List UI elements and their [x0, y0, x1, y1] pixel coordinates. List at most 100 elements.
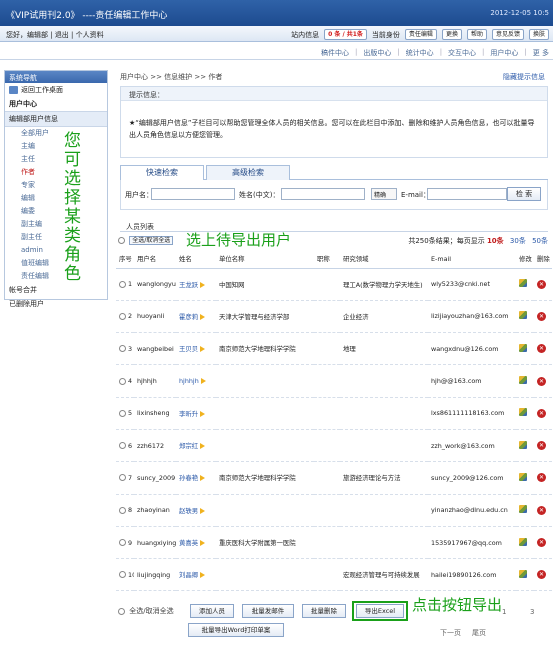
- messages-count[interactable]: 0 条 / 共1条: [324, 29, 367, 40]
- sidebar-role-editor[interactable]: 编辑: [5, 192, 107, 205]
- flag-icon: [200, 475, 206, 482]
- sidebar-role-board[interactable]: 编委: [5, 205, 107, 218]
- select-all-checkbox-top[interactable]: [118, 236, 125, 244]
- edit-icon[interactable]: [519, 537, 527, 546]
- nav-statistics[interactable]: 统计中心: [406, 48, 434, 58]
- add-user-button[interactable]: 添加人员: [190, 604, 234, 618]
- row-name[interactable]: 王贝贝: [179, 345, 198, 353]
- row-name[interactable]: 王龙跃: [179, 281, 198, 289]
- sidebar-role-all[interactable]: 全部用户: [5, 127, 107, 140]
- sidebar-role-admin[interactable]: admin: [5, 244, 107, 257]
- select-all-button-top[interactable]: 全选/取消全选: [129, 236, 174, 245]
- bulk-delete-button[interactable]: 批量删除: [302, 604, 346, 618]
- row-checkbox[interactable]: [119, 539, 126, 547]
- bulk-mail-button[interactable]: 批量发邮件: [242, 604, 294, 618]
- email-input[interactable]: [427, 188, 507, 200]
- switch-skin-button[interactable]: 换肤: [528, 29, 549, 40]
- sidebar-group-editor-users[interactable]: 编辑部用户信息: [5, 111, 107, 127]
- delete-icon[interactable]: ✕: [537, 538, 546, 548]
- sidebar-role-deputy-director[interactable]: 副主任: [5, 231, 107, 244]
- page-1[interactable]: 1: [502, 608, 506, 616]
- sidebar-role-chief-editor[interactable]: 主编: [5, 140, 107, 153]
- delete-icon[interactable]: ✕: [537, 311, 546, 321]
- tab-quick-search[interactable]: 快速检索: [120, 165, 204, 180]
- row-name[interactable]: 郑宗红: [179, 442, 198, 450]
- row-name[interactable]: hjhhjh: [179, 377, 199, 385]
- row-checkbox[interactable]: [119, 377, 126, 385]
- row-name[interactable]: 刘晶卿: [179, 571, 198, 579]
- edit-icon[interactable]: [519, 408, 527, 417]
- row-checkbox[interactable]: [119, 312, 126, 320]
- sidebar-role-author[interactable]: 作者: [5, 166, 107, 179]
- row-name[interactable]: 黄喜英: [179, 539, 198, 547]
- delete-icon[interactable]: ✕: [537, 441, 546, 451]
- delete-icon[interactable]: ✕: [537, 408, 546, 418]
- edit-icon[interactable]: [519, 343, 527, 352]
- row-checkbox[interactable]: [119, 571, 126, 579]
- edit-icon[interactable]: [519, 311, 527, 320]
- row-checkbox[interactable]: [119, 280, 126, 288]
- row-name[interactable]: 孙春艳: [179, 474, 198, 482]
- sidebar-item-user-center[interactable]: 用户中心: [5, 97, 107, 111]
- sidebar-role-expert[interactable]: 专家: [5, 179, 107, 192]
- row-no-cell: 5: [116, 397, 134, 430]
- help-button[interactable]: 帮助: [466, 29, 487, 40]
- profile-link[interactable]: 个人资料: [76, 31, 104, 39]
- last-page-link[interactable]: 尾页: [472, 628, 486, 638]
- col-email: E-mail: [428, 250, 516, 269]
- sidebar-role-responsible-editor[interactable]: 责任编辑: [5, 270, 107, 283]
- logout-link[interactable]: 退出: [55, 31, 69, 39]
- nav-manuscript[interactable]: 稿件中心: [321, 48, 349, 58]
- row-name[interactable]: 赵轶男: [179, 507, 198, 515]
- row-name[interactable]: 霍彦莉: [179, 313, 198, 321]
- match-select[interactable]: 精确: [371, 188, 397, 200]
- nav-interaction[interactable]: 交互中心: [448, 48, 476, 58]
- select-all-label-bottom[interactable]: 全选/取消全选: [129, 607, 173, 615]
- sidebar-item-deleted-users[interactable]: 已删除用户: [5, 297, 107, 311]
- page-size-selected[interactable]: 10条: [487, 237, 504, 245]
- row-checkbox[interactable]: [119, 474, 126, 482]
- edit-icon[interactable]: [519, 569, 527, 578]
- row-checkbox[interactable]: [119, 506, 126, 514]
- hide-tip-link[interactable]: 隐藏提示信息: [503, 72, 545, 82]
- feedback-button[interactable]: 意见反馈: [491, 29, 524, 40]
- edit-icon[interactable]: [519, 279, 527, 288]
- delete-icon[interactable]: ✕: [537, 376, 546, 386]
- sidebar-item-account-merge[interactable]: 帐号合并: [5, 283, 107, 297]
- sidebar-role-duty-editor[interactable]: 值班编辑: [5, 257, 107, 270]
- delete-icon[interactable]: ✕: [537, 344, 546, 354]
- select-all-checkbox-bottom[interactable]: [118, 607, 125, 615]
- edit-icon[interactable]: [519, 376, 527, 385]
- edit-icon[interactable]: [519, 472, 527, 481]
- row-checkbox[interactable]: [119, 442, 126, 450]
- row-name[interactable]: 李昕升: [179, 410, 198, 418]
- tab-advanced-search[interactable]: 高级检索: [206, 165, 290, 180]
- nav-publishing[interactable]: 出版中心: [363, 48, 391, 58]
- export-excel-button[interactable]: 导出Excel: [356, 604, 404, 618]
- change-role-button[interactable]: 更换: [441, 29, 462, 40]
- page-size-50[interactable]: 50条: [532, 237, 548, 245]
- edit-icon[interactable]: [519, 505, 527, 514]
- page-size-30[interactable]: 30条: [510, 237, 526, 245]
- delete-icon[interactable]: ✕: [537, 505, 546, 515]
- next-page-link[interactable]: 下一页: [440, 628, 461, 638]
- delete-icon[interactable]: ✕: [537, 279, 546, 289]
- sidebar-item-home[interactable]: 返回工作桌面: [5, 83, 107, 97]
- page-3[interactable]: 3: [530, 608, 534, 616]
- nav-user-center[interactable]: 用户中心: [490, 48, 518, 58]
- nav-more[interactable]: 更 多: [533, 48, 549, 58]
- sidebar-role-deputy-chief[interactable]: 副主编: [5, 218, 107, 231]
- delete-icon[interactable]: ✕: [537, 473, 546, 483]
- username-input[interactable]: [151, 188, 235, 200]
- row-name-cell: hjhhjh: [176, 364, 216, 398]
- search-button[interactable]: 检 索: [507, 187, 541, 201]
- name-input[interactable]: [281, 188, 365, 200]
- delete-icon[interactable]: ✕: [537, 570, 546, 580]
- flag-icon: [200, 313, 206, 320]
- row-checkbox[interactable]: [119, 409, 126, 417]
- row-checkbox[interactable]: [119, 345, 126, 353]
- export-word-button[interactable]: 批量导出Word打印单案: [188, 623, 284, 637]
- edit-icon[interactable]: [519, 440, 527, 449]
- sidebar-role-director[interactable]: 主任: [5, 153, 107, 166]
- col-field: 研究领域: [340, 250, 428, 269]
